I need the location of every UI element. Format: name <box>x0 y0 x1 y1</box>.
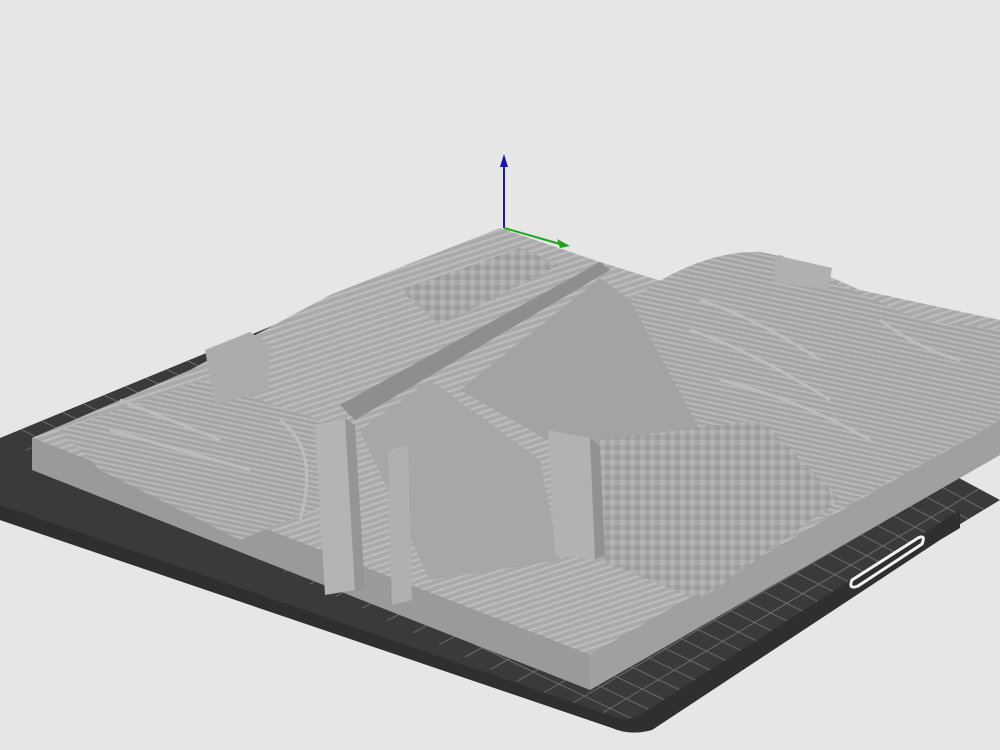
x-axis-arrow-icon <box>557 239 570 248</box>
model-tower-2 <box>388 446 412 605</box>
terrain-model[interactable] <box>32 228 1000 690</box>
model-tower-center <box>548 430 595 560</box>
3d-viewport[interactable] <box>0 0 1000 750</box>
scene-canvas[interactable] <box>0 0 1000 750</box>
z-axis-arrow-icon <box>500 154 508 167</box>
